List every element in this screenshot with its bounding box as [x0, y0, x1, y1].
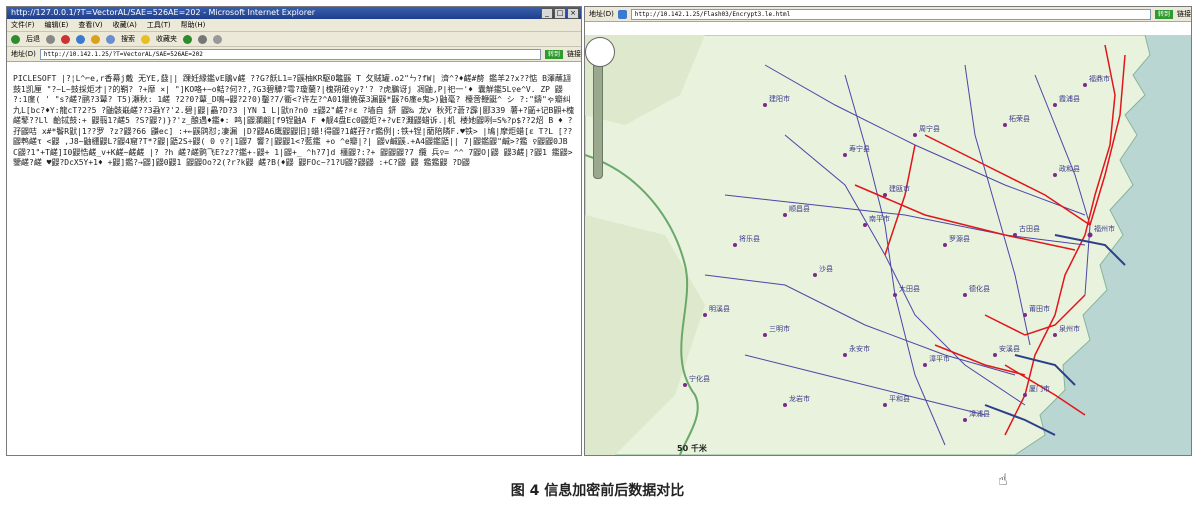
- city-label: 大田县: [899, 284, 920, 293]
- search-button[interactable]: 搜索: [121, 32, 135, 46]
- address-input[interactable]: http://10.142.1.25/?T=VectorAL/SAE=526AE…: [39, 48, 541, 60]
- city-label: 霞浦县: [1059, 94, 1080, 103]
- city-label: 顺昌县: [789, 205, 810, 213]
- city-label: 厦门市: [1029, 384, 1050, 393]
- city-label: 将乐县: [739, 234, 760, 243]
- maximize-button[interactable]: □: [554, 8, 566, 19]
- city-label: 古田县: [1019, 224, 1040, 233]
- city-label: 政和县: [1059, 164, 1080, 173]
- city-label: 沙县: [819, 265, 833, 273]
- city-label: 漳浦县: [969, 409, 990, 418]
- search-icon[interactable]: [106, 34, 115, 44]
- close-button[interactable]: ×: [567, 8, 579, 19]
- left-address-bar: 地址(D) http://10.142.1.25/?T=VectorAL/SAE…: [7, 47, 581, 62]
- go-button[interactable]: 转到: [1154, 9, 1173, 19]
- left-browser-window: http://127.0.0.1/?T=VectorAL/SAE=526AE=2…: [6, 6, 582, 456]
- left-window-title: http://127.0.0.1/?T=VectorAL/SAE=526AE=2…: [11, 8, 316, 17]
- back-button[interactable]: 后退: [26, 32, 40, 46]
- page-icon: [617, 9, 627, 19]
- city-label: 建阳市: [769, 94, 790, 103]
- city-label: 罗源县: [949, 234, 970, 243]
- menu-edit[interactable]: 编辑(E): [45, 19, 69, 31]
- map-logo: [585, 37, 615, 67]
- city-label: 平和县: [889, 394, 910, 403]
- back-icon[interactable]: [11, 34, 20, 44]
- right-address-bar: 地址(D) http://10.142.1.25/Flash03/Encrypt…: [585, 7, 1191, 22]
- address-label: 地址(D): [589, 10, 614, 18]
- print-icon[interactable]: [213, 34, 222, 44]
- media-icon[interactable]: [183, 34, 192, 44]
- left-title-bar: http://127.0.0.1/?T=VectorAL/SAE=526AE=2…: [7, 7, 581, 19]
- map-view[interactable]: 福鼎市 霞浦县 柘荣县 周宁县 寿宁县 建阳市 建瓯市 政和县 福州市 古田县 …: [585, 35, 1191, 455]
- city-label: 明溪县: [709, 304, 730, 313]
- minimize-button[interactable]: _: [541, 8, 553, 19]
- city-label: 寿宁县: [849, 144, 870, 153]
- city-label: 柘荣县: [1009, 114, 1030, 123]
- city-label: 宁化县: [689, 374, 710, 383]
- links-button[interactable]: 链接: [567, 47, 581, 61]
- favorites-button[interactable]: 收藏夹: [156, 32, 177, 46]
- home-icon[interactable]: [91, 34, 100, 44]
- hand-cursor-icon: ☝: [998, 470, 1008, 489]
- forward-icon[interactable]: [46, 34, 55, 44]
- city-label: 周宁县: [919, 124, 940, 133]
- favorites-icon[interactable]: [141, 34, 150, 44]
- mail-icon[interactable]: [198, 34, 207, 44]
- city-label: 永安市: [849, 344, 870, 353]
- right-browser-window: 地址(D) http://10.142.1.25/Flash03/Encrypt…: [584, 6, 1192, 456]
- city-label: 安溪县: [999, 344, 1020, 353]
- map-canvas[interactable]: 福鼎市 霞浦县 柘荣县 周宁县 寿宁县 建阳市 建瓯市 政和县 福州市 古田县 …: [585, 35, 1191, 455]
- city-label: 德化县: [969, 284, 990, 293]
- city-label: 福鼎市: [1089, 74, 1110, 83]
- city-label: 建瓯市: [889, 184, 910, 193]
- go-button[interactable]: 转到: [544, 49, 563, 59]
- city-label: 福州市: [1094, 224, 1115, 233]
- address-label: 地址(D): [11, 50, 36, 58]
- stop-icon[interactable]: [61, 34, 70, 44]
- links-button[interactable]: 链接: [1177, 7, 1191, 21]
- right-toolbar-strip: [585, 22, 1191, 36]
- city-label: 三明市: [769, 324, 790, 333]
- menu-help[interactable]: 帮助(H): [181, 19, 206, 31]
- menu-tools[interactable]: 工具(T): [147, 19, 171, 31]
- menu-favorites[interactable]: 收藏(A): [113, 19, 137, 31]
- menu-view[interactable]: 查看(V): [78, 19, 102, 31]
- scale-label: 50 千米: [677, 444, 707, 453]
- refresh-icon[interactable]: [76, 34, 85, 44]
- city-label: 泉州市: [1059, 324, 1080, 333]
- city-label: 龙岩市: [789, 394, 810, 403]
- menu-file[interactable]: 文件(F): [11, 19, 35, 31]
- encrypted-data-text: PICLESOFT |?¦L^⌐e,r香幕j戴 无YE,鼗|| 踝妊縁鑑vE鵰v…: [13, 74, 575, 167]
- city-label: 南平市: [869, 214, 890, 223]
- address-input[interactable]: http://10.142.1.25/Flash03/Encrypt3.le.h…: [630, 8, 1151, 20]
- figure-caption: 图 4 信息加密前后数据对比: [510, 483, 685, 499]
- left-toolbar: 后退 搜索 收藏夹: [7, 32, 581, 47]
- left-menu-bar: 文件(F) 编辑(E) 查看(V) 收藏(A) 工具(T) 帮助(H): [7, 19, 581, 32]
- city-label: 莆田市: [1029, 304, 1050, 313]
- city-label: 漳平市: [929, 354, 950, 363]
